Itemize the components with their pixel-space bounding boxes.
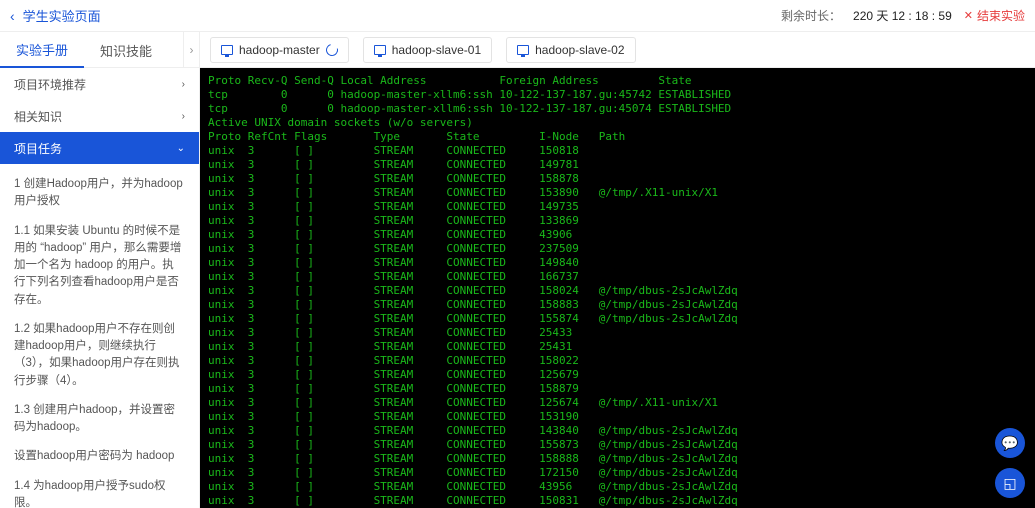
host-tab-slave01[interactable]: hadoop-slave-01 bbox=[363, 37, 492, 63]
chat-button[interactable]: 💬 bbox=[995, 428, 1025, 458]
section-project-tasks[interactable]: 项目任务 ⌄ bbox=[0, 132, 199, 164]
task-item[interactable]: 1.3 创建用户hadoop，并设置密码为hadoop。 bbox=[0, 396, 199, 443]
page-title: 学生实验页面 bbox=[23, 6, 101, 25]
task-item[interactable]: 设置hadoop用户密码为 hadoop bbox=[0, 442, 199, 471]
refresh-icon[interactable] bbox=[324, 41, 340, 57]
task-list: 1 创建Hadoop用户，并为hadoop用户授权 1.1 如果安装 Ubunt… bbox=[0, 164, 199, 508]
host-tab-slave02[interactable]: hadoop-slave-02 bbox=[506, 37, 635, 63]
host-tab-master[interactable]: hadoop-master bbox=[210, 37, 349, 63]
task-item[interactable]: 1.1 如果安装 Ubuntu 的时候不是用的 “hadoop” 用户，那么需要… bbox=[0, 217, 199, 315]
right-panel: hadoop-master hadoop-slave-01 hadoop-sla… bbox=[200, 32, 1035, 508]
task-item[interactable]: 1.2 如果hadoop用户不存在则创建hadoop用户，则继续执行（3），如果… bbox=[0, 315, 199, 396]
back-icon[interactable]: ‹ bbox=[10, 8, 15, 24]
monitor-icon bbox=[221, 45, 233, 55]
left-panel: 实验手册 知识技能 › 项目环境推荐 › 相关知识 › 项目任务 ⌄ 1 创建H… bbox=[0, 32, 200, 508]
tab-manual[interactable]: 实验手册 bbox=[0, 32, 84, 68]
monitor-icon bbox=[517, 45, 529, 55]
task-item[interactable]: 1.4 为hadoop用户授予sudo权限。 bbox=[0, 472, 199, 508]
chevron-right-icon[interactable]: › bbox=[183, 32, 199, 68]
host-tabs: hadoop-master hadoop-slave-01 hadoop-sla… bbox=[200, 32, 1035, 68]
tab-knowledge[interactable]: 知识技能 bbox=[84, 32, 168, 68]
chevron-right-icon: › bbox=[182, 79, 185, 90]
section-env-recommend[interactable]: 项目环境推荐 › bbox=[0, 68, 199, 100]
terminal-output[interactable]: Proto Recv-Q Send-Q Local Address Foreig… bbox=[200, 68, 1035, 508]
countdown-value: 220 天 12 : 18 : 59 bbox=[853, 7, 952, 24]
section-related-knowledge[interactable]: 相关知识 › bbox=[0, 100, 199, 132]
end-experiment-button[interactable]: ✕ 结束实验 bbox=[964, 7, 1025, 24]
chevron-right-icon: › bbox=[182, 111, 185, 122]
chevron-down-icon: ⌄ bbox=[177, 143, 185, 154]
top-bar: ‹ 学生实验页面 剩余时长： 220 天 12 : 18 : 59 ✕ 结束实验 bbox=[0, 0, 1035, 32]
crop-button[interactable]: ◱ bbox=[995, 468, 1025, 498]
close-icon: ✕ bbox=[964, 9, 973, 22]
end-label: 结束实验 bbox=[977, 7, 1025, 24]
countdown-label: 剩余时长： bbox=[781, 7, 841, 24]
task-item[interactable]: 1 创建Hadoop用户，并为hadoop用户授权 bbox=[0, 170, 199, 217]
monitor-icon bbox=[374, 45, 386, 55]
